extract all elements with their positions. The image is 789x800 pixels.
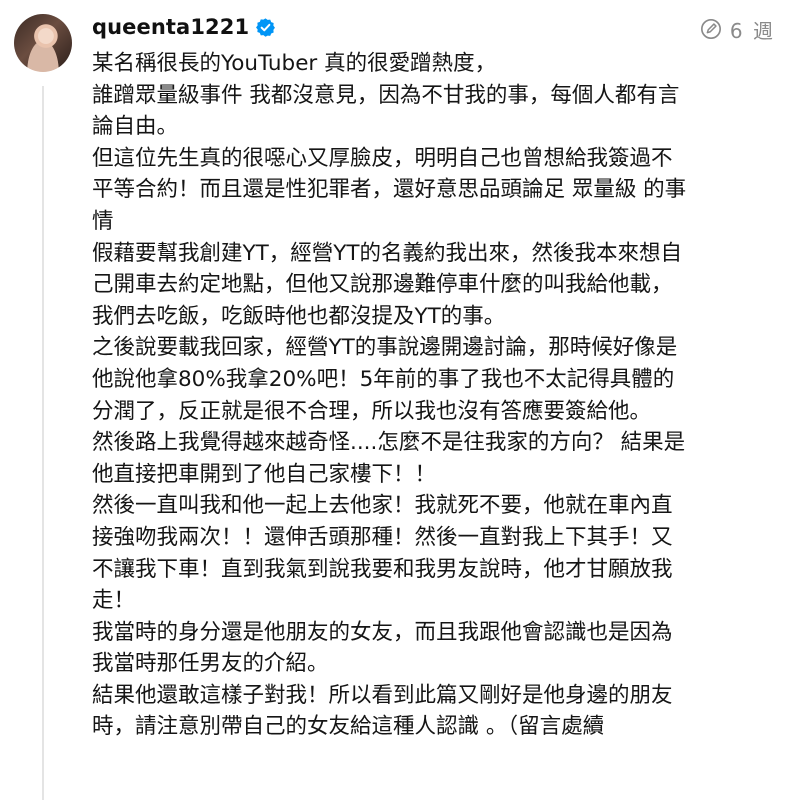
post-meta: 6 週 <box>700 14 775 44</box>
post-text-line: 誰蹭眾量級事件 我都沒意見，因為不甘我的事，每個人都有言 <box>92 82 680 108</box>
edit-pencil-icon <box>700 19 721 39</box>
username-link[interactable]: queenta1221 <box>92 15 249 39</box>
post-text-line: 然後路上我覺得越來越奇怪....怎麼不是往我家的方向？ 結果是 <box>92 430 686 456</box>
post-text-line: 走！ <box>92 588 136 614</box>
post-text-line: 時，請注意別帶自己的女友給這種人認識 。（留言處續 <box>92 714 605 740</box>
post-text-line: 我當時的身分還是他朋友的女友，而且我跟他會認識也是因為 <box>92 619 673 645</box>
post-text-line: 分潤了，反正就是很不合理，所以我也沒有答應要簽給他。 <box>92 398 652 424</box>
post-text-line: 某名稱很長的YouTuber 真的很愛蹭熱度， <box>92 51 497 76</box>
post-text-line: 我們去吃飯，吃飯時他也都沒提及YT的事。 <box>92 303 506 329</box>
post-timestamp[interactable]: 6 週 <box>730 15 775 44</box>
post-text-line: 他說他拿80%我拿20%吧！5年前的事了我也不太記得具體的 <box>92 366 675 392</box>
post-body: 某名稱很長的YouTuber 真的很愛蹭熱度， 誰蹭眾量級事件 我都沒意見，因為… <box>92 48 782 743</box>
user-avatar[interactable] <box>14 14 72 72</box>
post-text-line: 我當時那任男友的介紹。 <box>92 651 329 677</box>
post-text-line: 己開車去約定地點，但他又說那邊難停車什麼的叫我給他載， <box>92 272 673 298</box>
post-text-line: 平等合約！而且還是性犯罪者，還好意思品頭論足 眾量級 的事 <box>92 177 687 203</box>
post-text-line: 情 <box>92 208 114 234</box>
verified-badge-icon <box>256 17 276 37</box>
post-header: queenta1221 <box>92 11 276 43</box>
post-text-line: 但這位先生真的很噁心又厚臉皮，明明自己也曾想給我簽過不 <box>92 145 673 171</box>
post-text-line: 假藉要幫我創建YT，經營YT的名義約我出來，然後我本來想自 <box>92 240 683 266</box>
threads-post: queenta1221 6 週 某名稱很長的YouTuber 真的很愛蹭熱度， … <box>0 0 789 800</box>
post-text-line: 結果他還敢這樣子對我！所以看到此篇又剛好是他身邊的朋友 <box>92 682 673 708</box>
post-text-line: 之後說要載我回家，經營YT的事說邊開邊討論，那時候好像是 <box>92 335 678 361</box>
post-text-line: 接強吻我兩次！！還伸舌頭那種！然後一直對我上下其手！又 <box>92 524 673 550</box>
post-text-line: 不讓我下車！直到我氣到說我要和我男友說時，他才甘願放我 <box>92 556 673 582</box>
post-text-line: 論自由。 <box>92 114 179 140</box>
post-text-line: 然後一直叫我和他一起上去他家！我就死不要，他就在車內直 <box>92 493 673 519</box>
thread-connector-line <box>42 86 44 800</box>
post-text-line: 他直接把車開到了他自己家樓下！！ <box>92 461 437 487</box>
